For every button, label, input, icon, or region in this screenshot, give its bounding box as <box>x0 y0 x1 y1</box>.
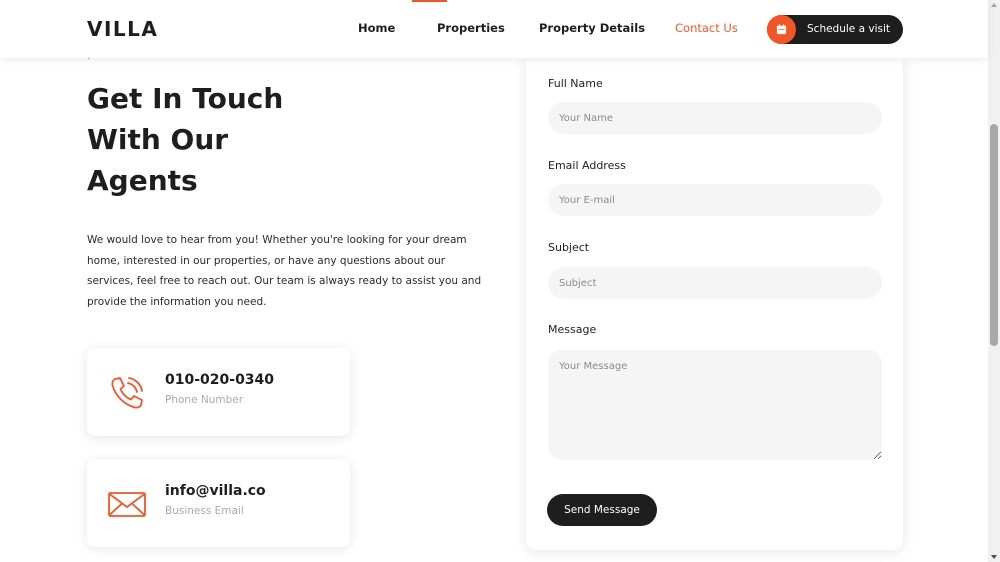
email-label: Business Email <box>165 505 244 517</box>
site-header: VILLA Home Properties Property Details C… <box>0 0 988 58</box>
page-title: Get In Touch With Our Agents <box>87 82 284 197</box>
schedule-visit-label: Schedule a visit <box>807 23 890 35</box>
subject-label: Subject <box>548 241 590 254</box>
nav-properties[interactable]: Properties <box>437 21 505 35</box>
message-textarea[interactable] <box>548 350 882 460</box>
nav-property-details[interactable]: Property Details <box>539 21 645 35</box>
full-name-label: Full Name <box>548 77 603 90</box>
phone-icon <box>107 373 147 413</box>
email-input[interactable] <box>548 184 882 216</box>
email-card: info@villa.co Business Email <box>87 459 350 547</box>
full-name-input[interactable] <box>548 102 882 134</box>
nav-contact-us[interactable]: Contact Us <box>675 21 738 35</box>
contact-form: Full Name Email Address Subject Message … <box>526 56 903 550</box>
site-logo[interactable]: VILLA <box>87 17 158 41</box>
page-scrollbar[interactable] <box>988 0 1000 562</box>
scroll-down-arrow-icon[interactable] <box>991 555 997 559</box>
nav-indicator <box>412 0 447 2</box>
message-label: Message <box>548 323 597 336</box>
scrollbar-thumb[interactable] <box>990 124 998 346</box>
phone-number[interactable]: 010-020-0340 <box>165 372 274 388</box>
phone-label: Phone Number <box>165 394 244 406</box>
schedule-visit-button[interactable]: Schedule a visit <box>767 15 903 44</box>
subject-input[interactable] <box>548 267 882 299</box>
send-message-button[interactable]: Send Message <box>547 494 657 526</box>
nav-home[interactable]: Home <box>358 21 395 35</box>
calendar-icon <box>767 15 796 44</box>
email-address-label: Email Address <box>548 159 626 172</box>
envelope-icon <box>107 484 147 524</box>
intro-text: We would love to hear from you! Whether … <box>87 234 482 308</box>
email-address[interactable]: info@villa.co <box>165 483 266 499</box>
phone-card: 010-020-0340 Phone Number <box>87 348 350 436</box>
scroll-up-arrow-icon[interactable] <box>991 3 997 7</box>
